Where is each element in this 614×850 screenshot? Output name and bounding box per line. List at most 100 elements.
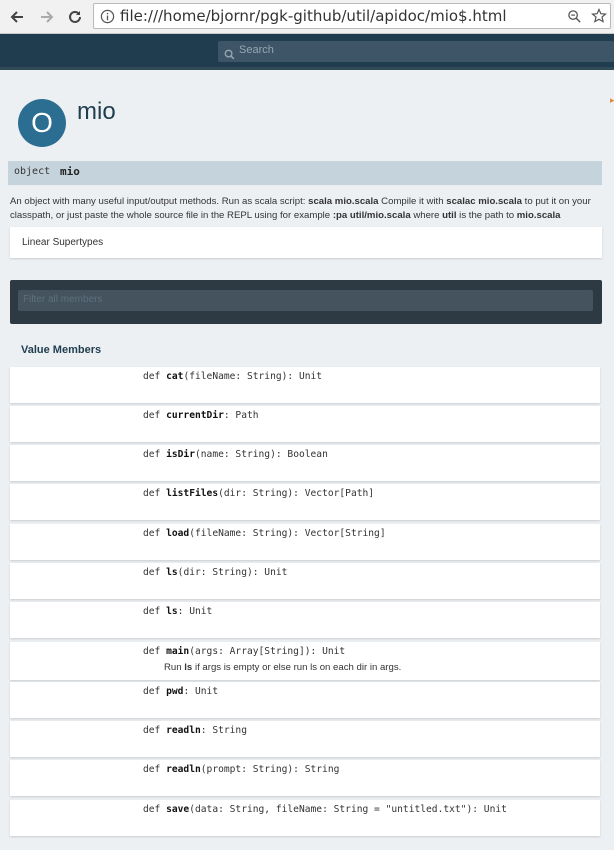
- member-type-signature: : Unit: [183, 686, 219, 697]
- page-title: mio: [77, 98, 116, 125]
- filter-members-input[interactable]: Filter all members: [18, 290, 593, 311]
- member-signature: def pwd: Unit: [143, 686, 218, 697]
- member-type-signature: (fileName: String): Unit: [183, 371, 323, 382]
- member-row-currentDir[interactable]: def currentDir: Path: [10, 406, 600, 442]
- member-signature: def main(args: Array[String]): Unit: [143, 646, 345, 657]
- value-members-heading: Value Members: [21, 344, 102, 356]
- info-icon[interactable]: [100, 9, 115, 28]
- member-row-pwd[interactable]: def pwd: Unit: [10, 682, 600, 718]
- member-signature: def readln: String: [143, 725, 247, 736]
- desc-text: An object with many useful input/output …: [10, 196, 309, 207]
- member-name[interactable]: cat: [166, 371, 183, 382]
- member-type-signature: (data: String, fileName: String = "untit…: [189, 804, 507, 815]
- member-type-signature: (dir: String): Unit: [177, 567, 288, 578]
- member-type-signature: (name: String): Boolean: [195, 449, 328, 460]
- member-name[interactable]: ls: [166, 567, 178, 578]
- member-row-isDir[interactable]: def isDir(name: String): Boolean: [10, 445, 600, 481]
- entity-kind: object: [14, 166, 51, 177]
- member-signature: def load(fileName: String): Vector[Strin…: [143, 528, 386, 539]
- member-signature: def ls: Unit: [143, 606, 212, 617]
- member-row-readln[interactable]: def readln(prompt: String): String: [10, 760, 600, 796]
- member-row-readln[interactable]: def readln: String: [10, 721, 600, 757]
- signature-bar: object mio: [8, 161, 602, 185]
- member-row-listFiles[interactable]: def listFiles(dir: String): Vector[Path]: [10, 484, 600, 520]
- member-row-ls[interactable]: def ls(dir: String): Unit: [10, 563, 600, 599]
- member-type-signature: (dir: String): Vector[Path]: [218, 488, 375, 499]
- member-keyword: def: [143, 449, 161, 460]
- reload-button[interactable]: [63, 5, 87, 29]
- member-keyword: def: [143, 528, 161, 539]
- member-name[interactable]: listFiles: [166, 488, 218, 499]
- member-keyword: def: [143, 567, 161, 578]
- linear-supertypes-label: Linear Supertypes: [22, 237, 104, 248]
- desc-text: is the path to: [456, 209, 517, 221]
- member-type-signature: (prompt: String): String: [200, 764, 340, 775]
- entity-name: mio: [60, 165, 80, 178]
- forward-arrow-icon: [41, 11, 54, 23]
- back-button[interactable]: [5, 5, 29, 29]
- member-type-signature: : Unit: [177, 606, 213, 617]
- member-signature: def listFiles(dir: String): Vector[Path]: [143, 488, 374, 499]
- address-bar[interactable]: file:///home/bjornr/pgk-github/util/apid…: [93, 3, 611, 29]
- member-signature: def currentDir: Path: [143, 410, 259, 421]
- desc-code: mio.scala: [516, 209, 561, 221]
- member-name[interactable]: pwd: [166, 686, 183, 697]
- member-row-cat[interactable]: def cat(fileName: String): Unit: [10, 367, 600, 403]
- back-arrow-icon: [10, 11, 23, 23]
- member-comment: Run ls if args is empty or else run ls o…: [164, 662, 401, 673]
- member-signature: def cat(fileName: String): Unit: [143, 371, 322, 382]
- member-signature: def save(data: String, fileName: String …: [143, 804, 507, 815]
- member-row-ls[interactable]: def ls: Unit: [10, 602, 600, 638]
- url-text[interactable]: file:///home/bjornr/pgk-github/util/apid…: [120, 7, 507, 25]
- member-keyword: def: [143, 764, 161, 775]
- search-icon: [224, 45, 235, 64]
- reload-icon: [69, 10, 81, 23]
- comment-text: Run: [164, 662, 185, 673]
- member-filter-panel: Filter all members: [10, 280, 602, 324]
- browser-toolbar: file:///home/bjornr/pgk-github/util/apid…: [0, 0, 614, 34]
- object-badge: O: [18, 99, 66, 147]
- search-placeholder: Search: [239, 44, 274, 56]
- filter-placeholder: Filter all members: [23, 294, 103, 305]
- member-name[interactable]: save: [166, 804, 189, 815]
- member-name[interactable]: load: [166, 528, 189, 539]
- member-keyword: def: [143, 725, 161, 736]
- member-type-signature: (fileName: String): Vector[String]: [189, 528, 386, 539]
- member-keyword: def: [143, 686, 161, 697]
- search-input[interactable]: Search: [218, 41, 614, 62]
- member-keyword: def: [143, 410, 161, 421]
- member-keyword: def: [143, 371, 161, 382]
- member-signature: def ls(dir: String): Unit: [143, 567, 287, 578]
- forward-button[interactable]: [35, 5, 59, 29]
- member-keyword: def: [143, 606, 161, 617]
- member-name[interactable]: readln: [166, 764, 201, 775]
- member-name[interactable]: ls: [166, 606, 178, 617]
- linear-supertypes-toggle[interactable]: Linear Supertypes: [10, 227, 602, 258]
- comment-text: if args is empty or else run ls on each …: [192, 662, 402, 673]
- edge-marker: ▸: [610, 96, 614, 106]
- desc-code: util: [442, 209, 457, 221]
- desc-code: scala mio.scala: [308, 196, 379, 207]
- member-name[interactable]: main: [166, 646, 189, 657]
- member-row-load[interactable]: def load(fileName: String): Vector[Strin…: [10, 524, 600, 560]
- desc-code: :pa util/mio.scala: [332, 209, 411, 221]
- member-signature: def readln(prompt: String): String: [143, 764, 339, 775]
- desc-text: where: [410, 209, 443, 221]
- desc-code: scalac mio.scala: [446, 196, 522, 207]
- desc-text: Compile it with: [378, 196, 447, 207]
- member-type-signature: : Path: [223, 410, 259, 421]
- member-name[interactable]: readln: [166, 725, 201, 736]
- entity-description: An object with many useful input/output …: [10, 195, 604, 222]
- zoom-icon[interactable]: [567, 9, 582, 28]
- member-type-signature: : String: [200, 725, 247, 736]
- member-name[interactable]: isDir: [166, 449, 195, 460]
- member-signature: def isDir(name: String): Boolean: [143, 449, 328, 460]
- member-type-signature: (args: Array[String]): Unit: [189, 646, 346, 657]
- member-name[interactable]: currentDir: [166, 410, 224, 421]
- member-keyword: def: [143, 804, 161, 815]
- member-keyword: def: [143, 646, 161, 657]
- member-keyword: def: [143, 488, 161, 499]
- bookmark-star-icon[interactable]: [591, 8, 607, 28]
- member-row-main[interactable]: def main(args: Array[String]): Unit Run l…: [10, 642, 600, 680]
- member-row-save[interactable]: def save(data: String, fileName: String …: [10, 800, 600, 836]
